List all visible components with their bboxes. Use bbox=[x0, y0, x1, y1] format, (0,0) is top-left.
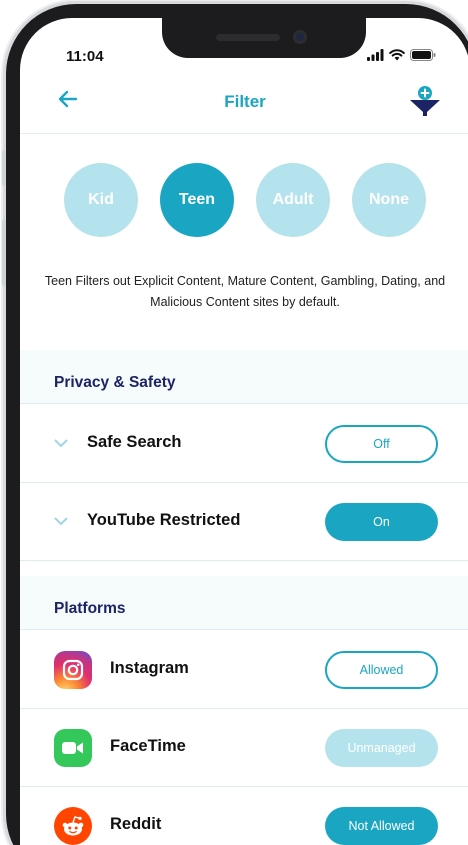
filter-level-kid[interactable]: Kid bbox=[64, 163, 138, 237]
front-camera bbox=[293, 30, 307, 44]
navigation-bar: Filter bbox=[20, 78, 468, 134]
youtube-restricted-toggle[interactable]: On bbox=[325, 503, 438, 541]
filter-level-label: Adult bbox=[272, 191, 314, 208]
signal-icon bbox=[367, 49, 384, 61]
filter-level-label: Kid bbox=[88, 191, 114, 208]
filter-level-teen[interactable]: Teen bbox=[160, 163, 234, 237]
side-button bbox=[2, 220, 6, 286]
row-label: Reddit bbox=[110, 815, 162, 833]
row-label: FaceTime bbox=[110, 737, 186, 755]
filter-level-adult[interactable]: Adult bbox=[256, 163, 330, 237]
platforms-section-header: Platforms bbox=[20, 576, 468, 630]
section-title: Platforms bbox=[54, 600, 126, 617]
battery-icon bbox=[410, 49, 436, 61]
wifi-icon bbox=[389, 49, 405, 61]
facetime-row[interactable]: FaceTime Unmanaged bbox=[20, 709, 468, 787]
row-label: Safe Search bbox=[87, 433, 182, 451]
reddit-status-button[interactable]: Not Allowed bbox=[325, 807, 438, 845]
safe-search-row[interactable]: Safe Search Off bbox=[20, 405, 468, 483]
facetime-icon bbox=[54, 729, 92, 767]
youtube-restricted-row[interactable]: YouTube Restricted On bbox=[20, 483, 468, 561]
facetime-status-button[interactable]: Unmanaged bbox=[325, 729, 438, 767]
speaker bbox=[216, 34, 280, 41]
safe-search-toggle[interactable]: Off bbox=[325, 425, 438, 463]
status-time: 11:04 bbox=[66, 48, 104, 65]
page-title: Filter bbox=[224, 92, 266, 111]
notch bbox=[162, 18, 366, 58]
privacy-section-header: Privacy & Safety bbox=[20, 350, 468, 404]
side-button bbox=[2, 150, 6, 186]
instagram-icon bbox=[54, 651, 92, 689]
chevron-down-icon[interactable] bbox=[54, 517, 68, 526]
status-icons bbox=[367, 49, 436, 61]
filter-level-label: Teen bbox=[178, 191, 216, 208]
row-label: Instagram bbox=[110, 659, 189, 677]
row-label: YouTube Restricted bbox=[87, 511, 241, 529]
filter-level-label: None bbox=[369, 191, 409, 208]
filter-description: Teen Filters out Explicit Content, Matur… bbox=[44, 274, 446, 309]
section-title: Privacy & Safety bbox=[54, 374, 176, 391]
add-filter-icon[interactable] bbox=[408, 84, 442, 118]
filter-level-none[interactable]: None bbox=[352, 163, 426, 237]
instagram-status-button[interactable]: Allowed bbox=[325, 651, 438, 689]
reddit-icon bbox=[54, 807, 92, 845]
chevron-down-icon[interactable] bbox=[54, 439, 68, 448]
reddit-row[interactable]: Reddit Not Allowed bbox=[20, 787, 468, 845]
instagram-row[interactable]: Instagram Allowed bbox=[20, 631, 468, 709]
